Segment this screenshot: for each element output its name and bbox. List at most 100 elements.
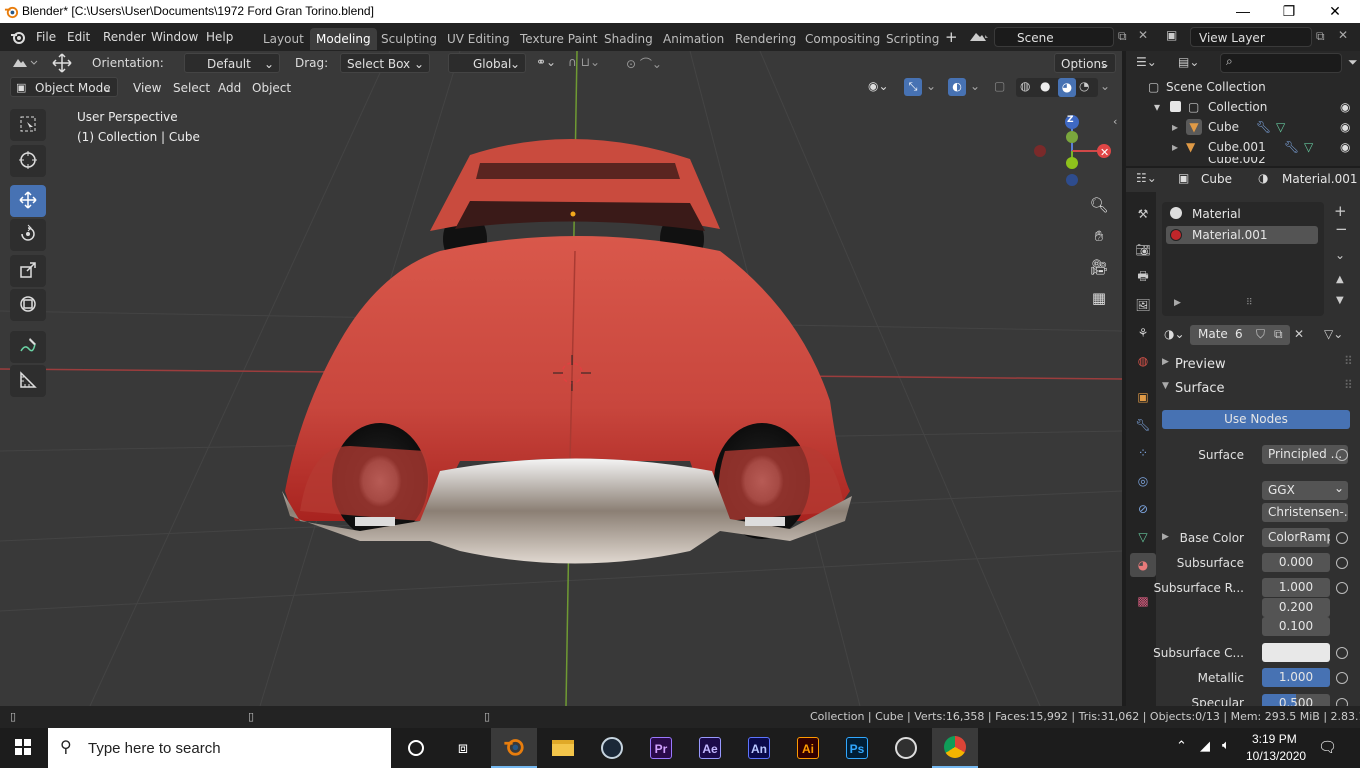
transform-tool[interactable] xyxy=(10,289,46,321)
object-tab-icon[interactable]: ▣ xyxy=(1130,385,1156,409)
socket-link-icon[interactable] xyxy=(1336,698,1348,706)
taskbar-file-explorer[interactable] xyxy=(540,728,586,768)
filter-icon[interactable]: ⏷ xyxy=(1348,55,1358,70)
tab-uv-editing[interactable]: UV Editing xyxy=(441,28,516,50)
view-layer-icon[interactable]: ▣ xyxy=(1166,28,1177,42)
notifications-icon[interactable]: 🗨︎ xyxy=(1318,738,1337,756)
tab-animation[interactable]: Animation xyxy=(657,28,730,50)
rendered-shading-icon[interactable]: ◔ xyxy=(1079,79,1089,93)
tab-rendering[interactable]: Rendering xyxy=(729,28,802,50)
editor-type-icon[interactable] xyxy=(10,55,38,74)
subsurface-color-swatch[interactable] xyxy=(1262,643,1330,662)
camera-view-icon[interactable]: 🎥︎ xyxy=(1086,254,1112,280)
minimize-button[interactable]: — xyxy=(1220,0,1266,23)
socket-link-icon[interactable] xyxy=(1336,532,1348,544)
expand-arrow-icon[interactable]: ▸ xyxy=(1172,137,1178,157)
measure-tool[interactable] xyxy=(10,365,46,397)
annotate-tool[interactable] xyxy=(10,331,46,363)
move-tool[interactable] xyxy=(10,185,46,217)
menu-help[interactable]: Help xyxy=(206,28,233,46)
new-scene-icon[interactable]: ⧉ xyxy=(1118,29,1127,44)
link-data-icon[interactable]: ▽⌄ xyxy=(1324,327,1343,341)
expand-arrow-icon[interactable]: ▶ xyxy=(1174,298,1181,308)
overlays-toggle-icon[interactable]: ◐ xyxy=(948,78,966,96)
move-tool-header-icon[interactable] xyxy=(50,53,74,76)
eye-icon[interactable]: ◉ xyxy=(1340,117,1350,137)
world-tab-icon[interactable]: ◍ xyxy=(1130,349,1156,373)
particles-tab-icon[interactable]: ⁘ xyxy=(1130,441,1156,465)
scale-tool[interactable] xyxy=(10,255,46,287)
outliner-row-collection[interactable]: ▾ ▢ Collection ◉ xyxy=(1126,97,1360,117)
taskbar-after-effects[interactable]: Ae xyxy=(687,728,733,768)
tab-layout[interactable]: Layout xyxy=(257,28,310,50)
socket-link-icon[interactable] xyxy=(1336,449,1348,461)
tab-sculpting[interactable]: Sculpting xyxy=(375,28,443,50)
subsurface-radius-z-field[interactable]: 0.100 xyxy=(1262,617,1330,636)
unlink-material-icon[interactable]: ✕ xyxy=(1294,327,1304,341)
duplicate-material-icon[interactable]: ⧉ xyxy=(1274,327,1283,342)
socket-link-icon[interactable] xyxy=(1336,647,1348,659)
pivot-point-icon[interactable]: ⚭⌄ xyxy=(536,55,556,69)
sidebar-toggle-icon[interactable]: ‹ xyxy=(1113,115,1117,128)
start-button[interactable] xyxy=(0,728,46,768)
base-color-field[interactable]: ColorRamp xyxy=(1262,528,1330,547)
add-workspace-icon[interactable]: + xyxy=(945,28,958,46)
move-down-icon[interactable]: ▼ xyxy=(1336,295,1344,306)
zoom-icon[interactable]: 🔍︎ xyxy=(1086,192,1112,218)
ortho-grid-icon[interactable]: ▦ xyxy=(1086,285,1112,311)
subsurface-radius-y-field[interactable]: 0.200 xyxy=(1262,598,1330,617)
menu-window[interactable]: Window xyxy=(151,28,198,46)
select-box-tool[interactable] xyxy=(10,109,46,141)
menu-object[interactable]: Object xyxy=(245,77,298,97)
tab-scripting[interactable]: Scripting xyxy=(880,28,945,50)
fake-user-shield-icon[interactable]: ⛉ xyxy=(1256,327,1265,342)
render-tab-icon[interactable]: 📷︎ xyxy=(1130,238,1156,262)
material-preview-shading-icon[interactable]: ◕ xyxy=(1058,78,1076,97)
outliner-row-cube-001[interactable]: ▸ ▼ Cube.001 🔧︎ ▽ ◉ xyxy=(1126,137,1360,157)
drag-grip-icon[interactable]: ⠿ xyxy=(1344,354,1353,368)
show-hidden-icons-chevron-icon[interactable]: ⌃ xyxy=(1176,739,1187,754)
metallic-slider[interactable]: 1.000 xyxy=(1262,668,1330,687)
eye-icon[interactable]: ◉ xyxy=(1340,137,1350,157)
outliner-search-input[interactable] xyxy=(1220,53,1342,73)
taskbar-chrome[interactable] xyxy=(932,728,978,768)
subsurface-method-dropdown[interactable]: Christensen-... xyxy=(1262,503,1348,522)
chevron-down-icon[interactable]: ⌄ xyxy=(970,79,980,93)
taskbar-premiere[interactable]: Pr xyxy=(638,728,684,768)
close-button[interactable]: ✕ xyxy=(1312,0,1358,23)
texture-tab-icon[interactable]: ▩ xyxy=(1130,589,1156,613)
view-layer-field[interactable]: View Layer xyxy=(1190,27,1312,47)
task-view-button[interactable]: ⧈ xyxy=(440,728,486,768)
socket-link-icon[interactable] xyxy=(1336,557,1348,569)
surface-panel-header[interactable]: ▼ Surface ⠿ xyxy=(1158,378,1360,398)
taskbar-photoshop[interactable]: Ps xyxy=(834,728,880,768)
remove-scene-icon[interactable]: ✕ xyxy=(1138,28,1148,42)
clock-time[interactable]: 3:19 PM xyxy=(1252,732,1297,746)
remove-view-layer-icon[interactable]: ✕ xyxy=(1338,28,1348,42)
eye-icon[interactable]: ◉ xyxy=(1340,97,1350,117)
slot-menu-chevron-icon[interactable]: ⌄ xyxy=(1335,248,1345,262)
drag-dropdown[interactable]: Select Box ⌄ xyxy=(340,53,430,73)
resize-grip-icon[interactable]: ⠿ xyxy=(1246,298,1253,308)
tab-modeling[interactable]: Modeling xyxy=(310,28,377,50)
display-mode-icon[interactable]: ▤⌄ xyxy=(1178,55,1199,69)
maximize-button[interactable]: ❐ xyxy=(1266,0,1312,23)
modifier-tab-icon[interactable]: 🔧︎ xyxy=(1130,413,1156,437)
distribution-dropdown[interactable]: GGX ⌄ xyxy=(1262,481,1348,500)
socket-link-icon[interactable] xyxy=(1336,582,1348,594)
browse-material-icon[interactable]: ◑⌄ xyxy=(1164,327,1185,341)
add-slot-icon[interactable]: + xyxy=(1334,202,1347,220)
preview-panel-header[interactable]: ▶ Preview ⠿ xyxy=(1158,354,1360,374)
pan-hand-icon[interactable]: ✋︎ xyxy=(1086,223,1112,249)
clock-date[interactable]: 10/13/2020 xyxy=(1246,749,1306,763)
cortana-button[interactable] xyxy=(393,728,439,768)
transform-space-dropdown[interactable]: Global ⌄ xyxy=(448,53,526,73)
menu-select[interactable]: Select xyxy=(166,77,217,97)
cursor-tool[interactable] xyxy=(10,145,46,177)
material-tab-icon[interactable]: ◕ xyxy=(1130,553,1156,577)
use-nodes-button[interactable]: Use Nodes xyxy=(1162,410,1350,429)
properties-editor-icon[interactable]: ☷⌄ xyxy=(1136,171,1157,185)
chevron-down-icon[interactable]: ⌄ xyxy=(926,79,936,93)
scene-field[interactable]: Scene xyxy=(994,27,1114,47)
move-up-icon[interactable]: ▲ xyxy=(1336,274,1344,285)
